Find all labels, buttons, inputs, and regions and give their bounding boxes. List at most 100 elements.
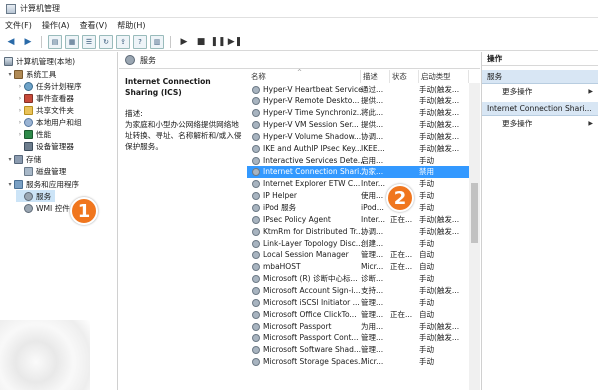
service-row[interactable]: IPsec Policy Agent Inter... 正在... 手动(触发...	[247, 214, 469, 226]
tree-item-local-users[interactable]: › 本地用户和组	[16, 116, 82, 128]
service-row[interactable]: Link-Layer Topology Disc... 创建... 手动	[247, 238, 469, 250]
service-description: 启用...	[361, 155, 384, 165]
action-pane-icon[interactable]: ▥	[150, 34, 164, 49]
tree-item-device-manager[interactable]: 设备管理器	[16, 140, 74, 152]
expand-arrow-icon[interactable]: ›	[16, 95, 24, 102]
service-row[interactable]: Hyper-V Volume Shadow... 协调... 手动(触发...	[247, 131, 469, 143]
tree-item-system-tools[interactable]: ▾ 系统工具	[6, 68, 56, 80]
service-startup-type: 手动(触发...	[419, 120, 460, 130]
service-row[interactable]: Microsoft Passport Cont... 管理... 手动(触发...	[247, 332, 469, 344]
service-row[interactable]: KtmRm for Distributed Tr... 协调... 手动(触发...	[247, 226, 469, 238]
service-row[interactable]: Microsoft Account Sign-i... 支持... 手动(触发...	[247, 285, 469, 297]
toolbar-divider	[41, 35, 42, 48]
actions-section-ics[interactable]: Internet Connection Shari...	[482, 102, 598, 116]
tree-item-services-and-apps[interactable]: ▾ 服务和应用程序	[6, 178, 79, 190]
service-row[interactable]: Hyper-V Time Synchroniz... 将此... 手动(触发...	[247, 107, 469, 119]
tree-item-disk-management[interactable]: 磁盘管理	[16, 165, 66, 177]
scrollbar-thumb[interactable]	[471, 183, 478, 243]
service-name: iPod 服务	[263, 203, 297, 212]
expand-arrow-icon[interactable]: ›	[16, 83, 24, 90]
gear-icon	[252, 97, 260, 106]
service-row[interactable]: Microsoft Passport 为用... 手动(触发...	[247, 321, 469, 333]
description-label: 描述:	[125, 109, 143, 118]
tree-item-task-scheduler[interactable]: › 任务计划程序	[16, 80, 82, 92]
tree-item-wmi-control[interactable]: WMI 控件	[16, 202, 70, 214]
service-row[interactable]: Microsoft Software Shad... 管理... 手动	[247, 344, 469, 356]
event-icon	[24, 93, 33, 103]
service-row[interactable]: Hyper-V Heartbeat Service 通过... 手动(触发...	[247, 84, 469, 96]
gear-icon	[252, 109, 260, 118]
service-description: 使用...	[361, 191, 384, 201]
service-row[interactable]: iPod 服务 iPod... 手动	[247, 202, 469, 214]
service-description: 支持...	[361, 285, 384, 295]
tools-icon	[14, 69, 23, 79]
service-row[interactable]: Microsoft Office ClickTo... 管理... 正在... 自动	[247, 309, 469, 321]
expand-arrow-icon[interactable]: ▾	[6, 71, 14, 78]
actions-section-services[interactable]: 服务	[482, 70, 598, 84]
service-name: Internet Connection Shari...	[263, 167, 367, 177]
column-header-description[interactable]: 描述	[361, 70, 390, 83]
service-row[interactable]: Interactive Services Dete... 启用... 手动	[247, 155, 469, 167]
tree-item-services[interactable]: 服务	[16, 190, 56, 202]
gear-icon	[252, 251, 260, 260]
more-actions-services[interactable]: 更多操作 ▶	[482, 85, 598, 98]
tree-item-performance[interactable]: › 性能	[16, 128, 51, 140]
tree-item-label: 设备管理器	[36, 141, 74, 151]
service-row[interactable]: IKE and AuthIP IPsec Key... IKEE... 手动(触发.…	[247, 143, 469, 155]
tree-item-event-viewer[interactable]: › 事件查看器	[16, 92, 74, 104]
gear-icon	[252, 180, 260, 189]
service-row[interactable]: Hyper-V VM Session Ser... 提供... 手动(触发...	[247, 119, 469, 131]
refresh-icon[interactable]: ↻	[99, 34, 113, 49]
menu-action[interactable]: 操作(A)	[37, 20, 75, 31]
service-row[interactable]: Internet Connection Shari... 为家... 禁用	[247, 166, 469, 179]
gear-icon	[252, 156, 260, 165]
tree-item-storage[interactable]: ▾ 存储	[6, 153, 41, 165]
service-row[interactable]: Local Session Manager 管理... 正在... 自动	[247, 249, 469, 261]
menu-help[interactable]: 帮助(H)	[112, 20, 150, 31]
stop-icon[interactable]: ■	[194, 35, 208, 49]
column-header-status[interactable]: 状态	[390, 70, 419, 83]
service-row[interactable]: Microsoft Storage Spaces... Micr... 手动	[247, 356, 469, 368]
service-status: 正在...	[390, 250, 413, 260]
service-description: 管理...	[361, 250, 384, 260]
menu-file[interactable]: 文件(F)	[0, 20, 37, 31]
service-row[interactable]: Microsoft iSCSI Initiator ... 管理... 手动	[247, 297, 469, 309]
service-startup-type: 手动(触发...	[419, 143, 460, 153]
expand-arrow-icon[interactable]: ›	[16, 107, 24, 114]
forward-icon[interactable]: ▶	[21, 35, 35, 49]
users-icon	[24, 117, 33, 127]
expand-arrow-icon[interactable]: ›	[16, 131, 24, 138]
tree-item-computer-management[interactable]: 计算机管理(本地)	[4, 55, 75, 67]
column-header-name[interactable]: 名称 ^	[247, 69, 361, 83]
service-name: Hyper-V Volume Shadow...	[263, 131, 362, 141]
play-icon[interactable]: ▶	[177, 35, 191, 49]
tree-item-label: 磁盘管理	[36, 166, 67, 176]
back-icon[interactable]: ◀	[4, 35, 18, 49]
expand-arrow-icon[interactable]: ›	[16, 119, 24, 126]
service-row[interactable]: Microsoft (R) 诊断中心标... 诊断... 手动	[247, 273, 469, 285]
service-row[interactable]: IP Helper 使用... 手动	[247, 190, 469, 202]
properties-icon[interactable]: ☰	[82, 34, 96, 49]
menu-view[interactable]: 查看(V)	[75, 20, 113, 31]
service-row[interactable]: mbaHOST Micr... 正在... 自动	[247, 261, 469, 273]
tree-item-shared-folders[interactable]: › 共享文件夹	[16, 104, 74, 116]
help-icon[interactable]: ?	[133, 34, 147, 49]
service-description: 管理...	[361, 309, 384, 319]
show-hide-tree-icon[interactable]: ▦	[65, 34, 79, 49]
expand-arrow-icon[interactable]: ▾	[6, 181, 14, 188]
more-actions-ics[interactable]: 更多操作 ▶	[482, 117, 598, 130]
service-startup-type: 自动	[419, 309, 434, 319]
service-startup-type: 手动(触发...	[419, 333, 460, 343]
gear-icon	[252, 227, 260, 236]
export-list-icon[interactable]: ⇪	[116, 34, 130, 49]
pause-icon[interactable]: ❚❚	[210, 35, 225, 49]
vertical-scrollbar[interactable]	[469, 83, 480, 390]
column-header-startup-type[interactable]: 启动类型	[419, 70, 469, 83]
service-row[interactable]: Hyper-V Remote Deskto... 提供... 手动(触发...	[247, 95, 469, 107]
service-status: 正在...	[390, 214, 413, 224]
restart-icon[interactable]: ▶❚	[228, 35, 242, 49]
service-row[interactable]: Internet Explorer ETW C... Inter... 手动	[247, 178, 469, 190]
computer-management-icon	[6, 3, 16, 14]
up-folder-icon[interactable]: ▤	[48, 34, 62, 49]
expand-arrow-icon[interactable]: ▾	[6, 156, 14, 163]
